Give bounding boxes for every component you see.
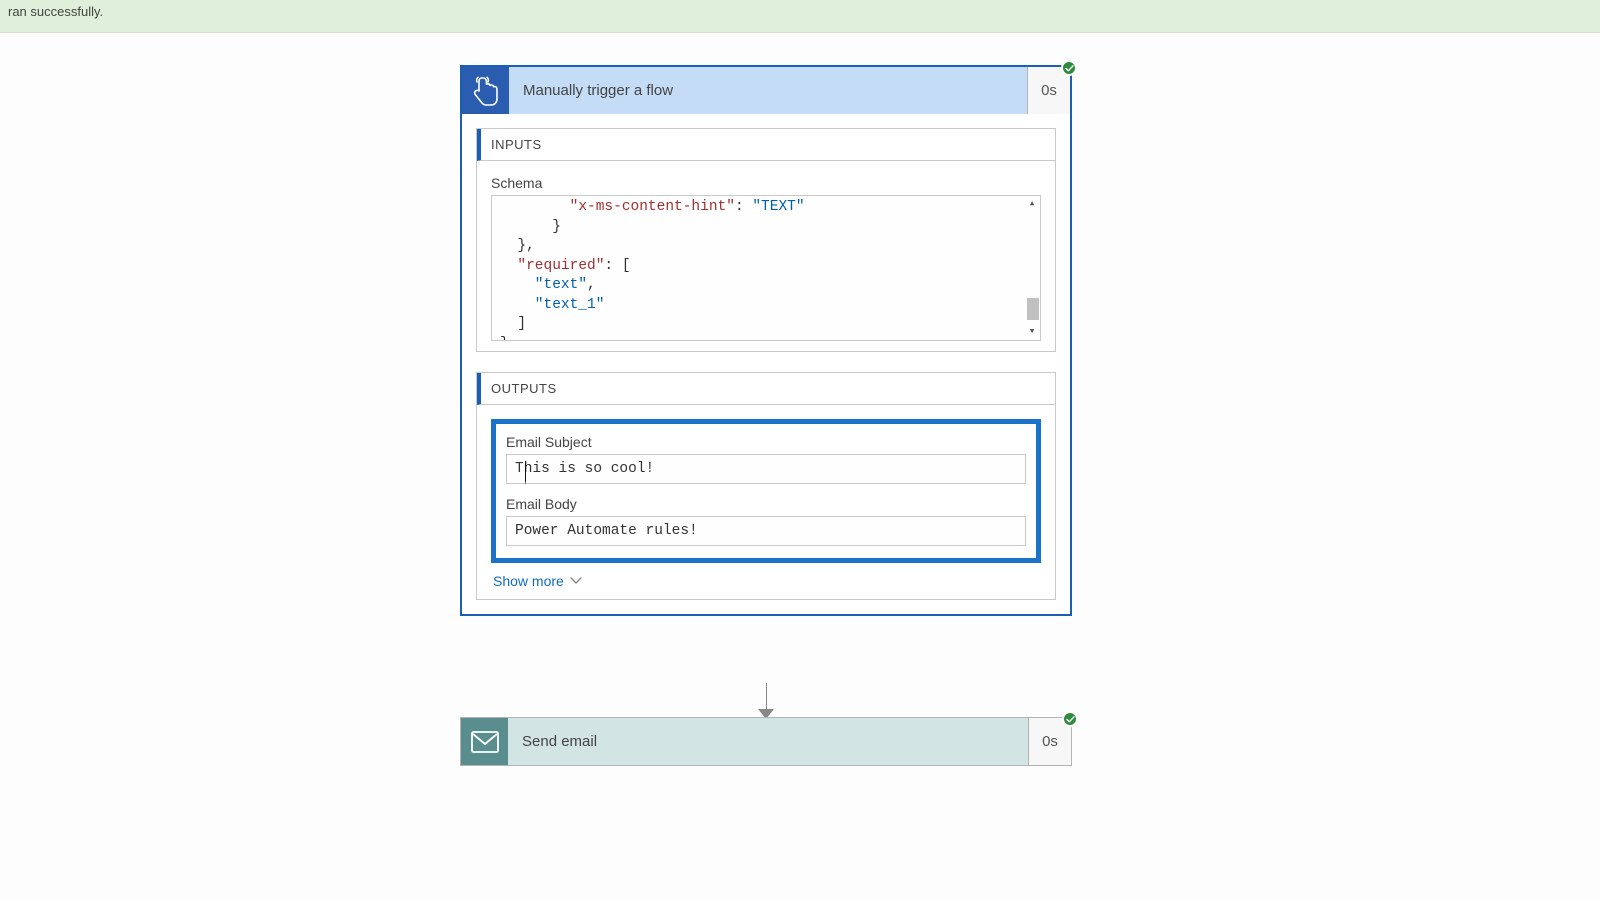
email-title: Send email <box>508 718 1029 765</box>
success-text: ran successfully. <box>8 4 103 19</box>
trigger-card[interactable]: Manually trigger a flow 0s INPUTS Schema… <box>460 65 1072 616</box>
scroll-up-icon[interactable]: ▴ <box>1025 197 1039 211</box>
chevron-down-icon <box>570 577 582 585</box>
trigger-title: Manually trigger a flow <box>509 67 1028 114</box>
scroll-thumb[interactable] <box>1027 298 1039 320</box>
schema-label: Schema <box>491 175 1041 191</box>
email-subject-value[interactable]: This is so cool! <box>506 454 1026 484</box>
trigger-header[interactable]: Manually trigger a flow 0s <box>462 67 1070 114</box>
show-more-text: Show more <box>493 573 564 589</box>
email-body-value[interactable]: Power Automate rules! <box>506 516 1026 546</box>
success-check-icon <box>1062 711 1078 727</box>
email-body-label: Email Body <box>506 496 1026 512</box>
outputs-highlight: Email Subject This is so cool! Email Bod… <box>491 419 1041 563</box>
inputs-header: INPUTS <box>477 129 1055 161</box>
manual-trigger-icon <box>462 67 509 114</box>
inputs-section: INPUTS Schema "x-ms-content-hint": "TEXT… <box>476 128 1056 352</box>
email-icon <box>461 718 508 765</box>
success-banner: ran successfully. <box>0 0 1600 33</box>
scroll-down-icon[interactable]: ▾ <box>1025 325 1039 339</box>
outputs-section: OUTPUTS Email Subject This is so cool! E… <box>476 372 1056 600</box>
schema-code[interactable]: "x-ms-content-hint": "TEXT" } }, "requir… <box>491 195 1041 341</box>
success-check-icon <box>1061 60 1077 76</box>
outputs-body: Email Subject This is so cool! Email Bod… <box>477 405 1055 599</box>
flow-canvas: Manually trigger a flow 0s INPUTS Schema… <box>0 33 1600 900</box>
email-subject-label: Email Subject <box>506 434 1026 450</box>
trigger-body: INPUTS Schema "x-ms-content-hint": "TEXT… <box>462 114 1070 614</box>
outputs-header: OUTPUTS <box>477 373 1055 405</box>
inputs-body: Schema "x-ms-content-hint": "TEXT" } }, … <box>477 161 1055 351</box>
show-more-link[interactable]: Show more <box>491 573 1041 589</box>
email-card[interactable]: Send email 0s <box>460 717 1072 766</box>
email-header[interactable]: Send email 0s <box>461 718 1071 765</box>
